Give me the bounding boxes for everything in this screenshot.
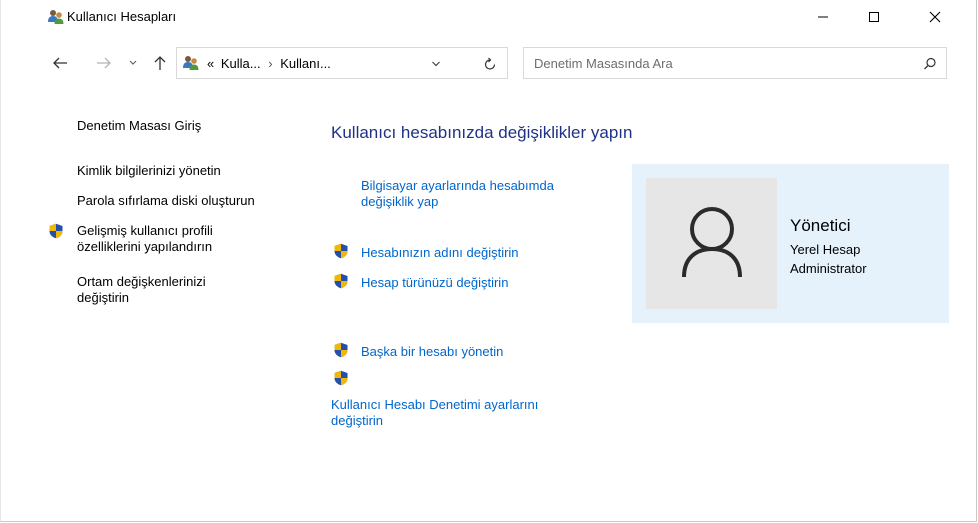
arrow-right-icon	[97, 57, 111, 69]
uac-settings-link[interactable]: Kullanıcı Hesabı Denetimi ayarlarını değ…	[331, 397, 538, 429]
uac-settings-link-line1[interactable]: Kullanıcı Hesabı Denetimi ayarlarını	[331, 397, 538, 413]
account-role: Administrator	[790, 261, 867, 276]
title-bar: Kullanıcı Hesapları	[0, 0, 978, 34]
search-input[interactable]	[534, 54, 904, 72]
password-reset-disk-link[interactable]: Parola sıfırlama diski oluşturun	[77, 193, 255, 209]
uac-shield-icon	[334, 243, 348, 259]
pc-settings-account-link-line1[interactable]: Bilgisayar ayarlarında hesabımda	[361, 178, 554, 194]
advanced-profile-link[interactable]: Gelişmiş kullanıcı profili özelliklerini…	[77, 223, 213, 255]
control-panel-home-link[interactable]: Denetim Masası Giriş	[77, 118, 201, 134]
breadcrumb-overflow[interactable]: «	[207, 56, 214, 71]
avatar	[646, 178, 777, 309]
recent-locations-button[interactable]	[126, 51, 140, 75]
environment-variables-link[interactable]: Ortam değişkenlerinizi değiştirin	[77, 274, 206, 306]
address-history-button[interactable]	[429, 56, 443, 72]
forward-button[interactable]	[93, 51, 115, 75]
address-bar[interactable]: « Kulla... › Kullanı...	[176, 47, 508, 79]
page-title: Kullanıcı hesabınızda değişiklikler yapı…	[331, 123, 633, 142]
window-title: Kullanıcı Hesapları	[67, 9, 177, 24]
manage-another-account-link[interactable]: Başka bir hesabı yönetin	[361, 344, 503, 360]
environment-variables-link-line1[interactable]: Ortam değişkenlerinizi	[77, 274, 206, 290]
close-icon	[929, 11, 941, 23]
chevron-down-icon	[129, 60, 137, 65]
pc-settings-account-link-line2[interactable]: değişiklik yap	[361, 194, 554, 210]
change-account-type-link[interactable]: Hesap türünüzü değiştirin	[361, 275, 508, 291]
maximize-button[interactable]	[851, 0, 897, 34]
breadcrumb-item[interactable]: Kulla...	[221, 56, 261, 71]
close-button[interactable]	[912, 0, 958, 34]
account-name: Yönetici	[790, 216, 851, 235]
maximize-icon	[869, 12, 879, 22]
breadcrumb-item[interactable]: Kullanı...	[280, 56, 331, 71]
refresh-icon	[484, 57, 496, 70]
user-accounts-icon	[47, 9, 65, 25]
chevron-down-icon	[432, 61, 440, 67]
arrow-left-icon	[53, 57, 67, 69]
advanced-profile-link-line1[interactable]: Gelişmiş kullanıcı profili	[77, 223, 213, 239]
uac-shield-icon	[49, 223, 63, 239]
up-button[interactable]	[150, 51, 170, 75]
pc-settings-account-link[interactable]: Bilgisayar ayarlarında hesabımda değişik…	[361, 178, 554, 210]
user-silhouette-icon	[682, 207, 742, 278]
advanced-profile-link-line2[interactable]: özelliklerini yapılandırın	[77, 239, 213, 255]
account-type: Yerel Hesap	[790, 242, 861, 257]
uac-shield-icon	[334, 370, 348, 386]
change-account-name-link[interactable]: Hesabınızın adını değiştirin	[361, 245, 519, 261]
search-box[interactable]	[523, 47, 947, 79]
back-button[interactable]	[49, 51, 71, 75]
uac-shield-icon	[334, 342, 348, 358]
arrow-up-icon	[154, 56, 166, 70]
account-card: Yönetici Yerel Hesap Administrator	[632, 164, 949, 323]
manage-credentials-link[interactable]: Kimlik bilgilerinizi yönetin	[77, 163, 221, 179]
search-icon[interactable]	[922, 56, 938, 72]
environment-variables-link-line2[interactable]: değiştirin	[77, 290, 206, 306]
breadcrumb: « Kulla... › Kullanı...	[207, 56, 331, 72]
minimize-button[interactable]	[800, 0, 846, 34]
uac-shield-icon	[334, 273, 348, 289]
minimize-icon	[818, 16, 828, 18]
user-accounts-icon	[182, 55, 200, 71]
breadcrumb-separator[interactable]: ›	[268, 56, 272, 71]
uac-settings-link-line2[interactable]: değiştirin	[331, 413, 538, 429]
refresh-button[interactable]	[481, 55, 499, 73]
